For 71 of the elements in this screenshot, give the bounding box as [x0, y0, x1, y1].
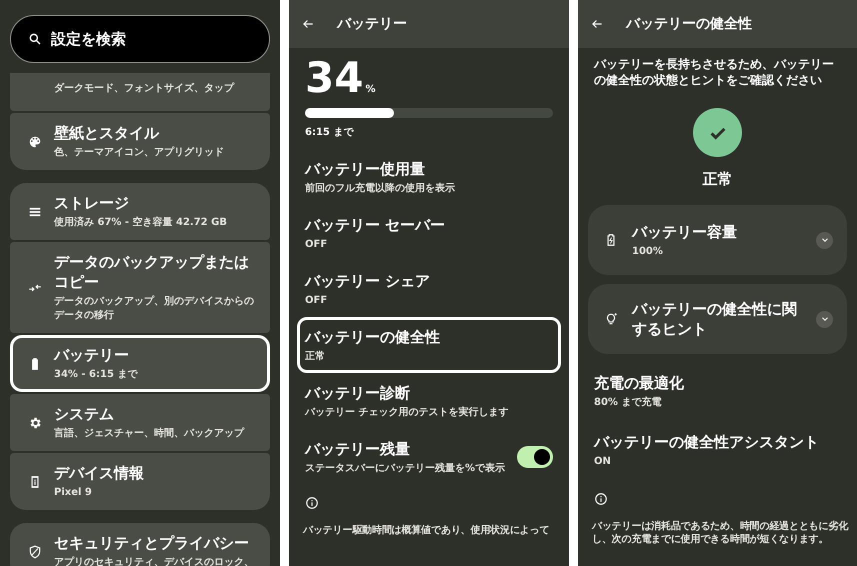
- item-subtitle: Pixel 9: [54, 486, 93, 500]
- toggle-switch[interactable]: [517, 446, 553, 468]
- item-title: ストレージ: [54, 193, 130, 213]
- expandable-card[interactable]: バッテリーの健全性に関するヒント: [588, 284, 847, 354]
- item-subtitle: 34% - 6:15 まで: [54, 368, 138, 382]
- item-title: バッテリーの健全性: [305, 326, 440, 346]
- item-subtitle: データのバックアップ、別のデバイスからのデータの移行: [54, 295, 255, 323]
- screen-title: バッテリー: [337, 15, 407, 34]
- settings-item[interactable]: ストレージ 使用済み 67% - 空き容量 42.72 GB: [10, 183, 270, 240]
- item-title: バッテリーの健全性に関するヒント: [632, 299, 798, 339]
- item-subtitle: 100%: [632, 244, 664, 258]
- settings-item[interactable]: 壁紙とスタイル 色、テーマアイコン、アプリグリッド: [10, 113, 270, 170]
- item-title: システム: [54, 404, 115, 424]
- item-subtitle: ステータスバーにバッテリー残量を%で表示: [305, 462, 506, 476]
- settings-icon: [28, 416, 42, 430]
- settings-item[interactable]: バッテリーの健全性 正常: [297, 317, 561, 373]
- settings-item[interactable]: バッテリーの健全性アシスタント ON: [578, 422, 857, 481]
- item-subtitle: 80% まで充電: [594, 396, 662, 410]
- footnote: バッテリー駆動時間は概算値であり、使用状況によって: [302, 524, 550, 537]
- item-title: バッテリーの健全性アシスタント: [594, 432, 820, 452]
- settings-item[interactable]: バッテリー残量 ステータスバーにバッテリー残量を%で表示: [297, 429, 561, 485]
- percent-unit: %: [365, 84, 376, 95]
- item-title: デバイス情報: [54, 463, 144, 483]
- screen-title: バッテリーの健全性: [626, 15, 752, 34]
- item-title: データのバックアップまたはコピー: [54, 252, 250, 292]
- description: バッテリーを長持ちさせるため、バッテリーの健全性の状態とヒントをご確認ください: [592, 56, 835, 88]
- settings-item[interactable]: バッテリー シェア OFF: [297, 261, 561, 317]
- item-title: 壁紙とスタイル: [54, 123, 160, 143]
- item-subtitle: OFF: [305, 294, 328, 308]
- settings-item[interactable]: 充電の最適化 80% まで充電: [578, 363, 857, 422]
- settings-item[interactable]: バッテリー セーバー OFF: [297, 205, 561, 261]
- remaining-time: 6:15 まで: [304, 126, 355, 140]
- item-subtitle: 正常: [305, 350, 326, 364]
- item-subtitle: バッテリー チェック用のテストを実行します: [305, 406, 508, 420]
- item-subtitle: ON: [594, 455, 612, 469]
- footnote: バッテリーは消耗品であるため、時間の経過とともに劣化し、次の充電までに使用できる時間が短くなります。: [590, 520, 850, 546]
- info-icon: [305, 496, 319, 510]
- chevron-icon[interactable]: [816, 310, 833, 328]
- item-title: バッテリー: [54, 345, 130, 365]
- item-title: バッテリー残量: [305, 438, 411, 458]
- search-icon: [28, 32, 42, 46]
- info-icon: [594, 492, 608, 506]
- settings-item[interactable]: システム 言語、ジェスチャー、時間、バックアップ: [10, 394, 270, 451]
- item-subtitle: 前回のフル充電以降の使用を表示: [305, 182, 455, 196]
- shield-icon: [28, 544, 42, 558]
- item-title: バッテリー診断: [305, 382, 411, 402]
- settings-item[interactable]: バッテリー 34% - 6:15 まで: [10, 335, 270, 392]
- settings-item[interactable]: バッテリー診断 バッテリー チェック用のテストを実行します: [297, 373, 561, 429]
- settings-item[interactable]: データのバックアップまたはコピー データのバックアップ、別のデバイスからのデータの移行: [10, 242, 270, 333]
- chevron-icon[interactable]: [816, 232, 833, 248]
- settings-item[interactable]: ダークモード、フォントサイズ、タップ: [10, 73, 270, 111]
- item-title: バッテリー使用量: [305, 158, 426, 178]
- settings-item[interactable]: デバイス情報 Pixel 9: [10, 453, 270, 510]
- item-subtitle: 使用済み 67% - 空き容量 42.72 GB: [54, 216, 227, 230]
- battery-percent: 34: [305, 56, 364, 100]
- health-status: 正常: [702, 169, 732, 189]
- check-icon: [693, 108, 742, 157]
- expandable-card[interactable]: バッテリー容量 100%: [588, 205, 847, 275]
- lightbulb-icon: [604, 312, 618, 326]
- item-subtitle: ダークモード、フォントサイズ、タップ: [54, 82, 234, 96]
- settings-item[interactable]: バッテリー使用量 前回のフル充電以降の使用を表示: [297, 149, 561, 205]
- palette-icon: [28, 134, 42, 148]
- item-title: 充電の最適化: [594, 373, 685, 393]
- item-title: バッテリー シェア: [305, 270, 430, 290]
- item-subtitle: 色、テーマアイコン、アプリグリッド: [54, 146, 224, 160]
- item-title: セキュリティとプライバシー: [54, 533, 250, 553]
- item-subtitle: 言語、ジェスチャー、時間、バックアップ: [54, 427, 244, 441]
- item-subtitle: OFF: [305, 238, 328, 252]
- item-title: バッテリー セーバー: [305, 214, 446, 234]
- search-field[interactable]: 設定を検索: [10, 15, 270, 63]
- item-title: バッテリー容量: [632, 222, 738, 242]
